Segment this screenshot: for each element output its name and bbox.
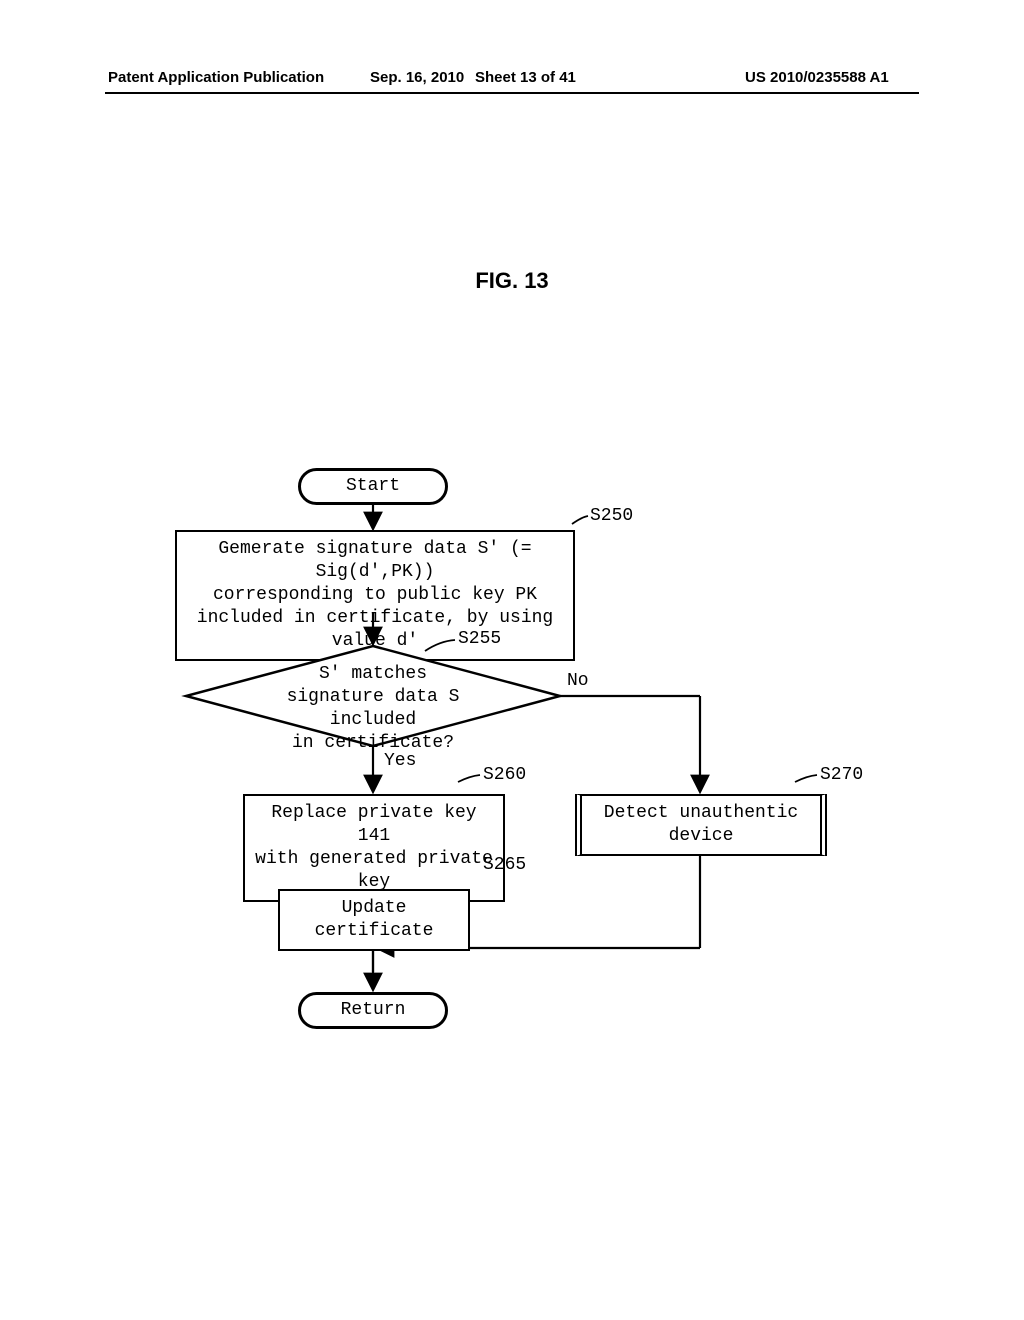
process-s265: Update certificate [278, 889, 470, 951]
s255-line2: signature data S included [287, 687, 460, 730]
s270-text: Detect unauthentic device [604, 803, 798, 846]
process-s260: Replace private key 141 with generated p… [243, 794, 505, 902]
step-label-s265: S265 [483, 855, 526, 875]
s255-line1: S' matches [319, 664, 427, 684]
step-label-s255: S255 [458, 629, 501, 649]
figure-title: FIG. 13 [0, 268, 1024, 294]
s250-line2: corresponding to public key PK [213, 585, 537, 605]
header-rule [105, 92, 919, 94]
publication-number: US 2010/0235588 A1 [745, 69, 889, 86]
publication-type: Patent Application Publication [108, 69, 324, 86]
subprocess-s270: Detect unauthentic device [575, 794, 827, 856]
sheet-number: Sheet 13 of 41 [475, 69, 576, 86]
s255-line3: in certificate? [292, 733, 454, 753]
terminal-return: Return [298, 992, 448, 1029]
terminal-start: Start [298, 468, 448, 505]
step-label-s270: S270 [820, 765, 863, 785]
s250-line1: Gemerate signature data S' (= Sig(d',PK)… [218, 539, 531, 582]
s265-text: Update certificate [315, 898, 434, 941]
edge-yes: Yes [384, 751, 416, 771]
edge-no: No [567, 671, 589, 691]
decision-s255-text: S' matches signature data S included in … [253, 663, 493, 755]
page: Patent Application Publication Sep. 16, … [0, 0, 1024, 1320]
process-s250: Gemerate signature data S' (= Sig(d',PK)… [175, 530, 575, 661]
publication-date: Sep. 16, 2010 [370, 69, 464, 86]
step-label-s250: S250 [590, 506, 633, 526]
s260-line1: Replace private key 141 [271, 803, 476, 846]
s260-line2: with generated private key [255, 849, 493, 892]
step-label-s260: S260 [483, 765, 526, 785]
